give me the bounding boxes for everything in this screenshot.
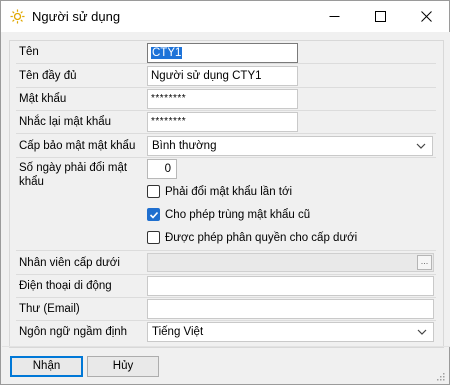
must-change-label: Phải đổi mật khẩu lần tới xyxy=(165,185,293,198)
days-to-change-value: 0 xyxy=(164,163,171,175)
password-confirm-value: ******** xyxy=(151,116,187,127)
cancel-button[interactable]: Hủy xyxy=(87,356,159,377)
security-level-select[interactable]: Bình thường xyxy=(147,136,433,156)
email-input[interactable] xyxy=(147,299,434,319)
fullname-input[interactable]: Người sử dụng CTY1 xyxy=(147,66,298,86)
row-divider xyxy=(16,110,436,111)
subordinate-label: Nhân viên cấp dưới xyxy=(19,257,120,269)
maximize-button[interactable] xyxy=(357,1,403,32)
days-to-change-label: Số ngày phải đổi mật khẩu xyxy=(19,162,128,188)
close-button[interactable] xyxy=(403,1,449,32)
must-change-checkbox[interactable] xyxy=(147,185,160,198)
chevron-down-icon xyxy=(416,143,426,149)
language-label: Ngôn ngữ ngầm định xyxy=(19,326,128,338)
ok-button[interactable]: Nhận xyxy=(10,356,83,377)
sun-icon xyxy=(10,9,25,24)
password-label: Mật khẩu xyxy=(19,93,67,105)
row-divider xyxy=(16,297,436,298)
row-divider xyxy=(16,133,436,134)
row-divider xyxy=(16,274,436,275)
username-input[interactable]: CTY1 xyxy=(147,43,298,63)
password-value: ******** xyxy=(151,93,187,104)
mobile-input[interactable] xyxy=(147,276,434,296)
language-select[interactable]: Tiếng Việt xyxy=(147,322,434,342)
username-value: CTY1 xyxy=(151,47,183,59)
minimize-button[interactable] xyxy=(311,1,357,32)
row-divider xyxy=(16,63,436,64)
dialog-body: Tên CTY1 Tên đầy đủ Người sử dụng CTY1 M… xyxy=(2,32,450,348)
security-level-label: Cấp bảo mật mật khẩu xyxy=(19,140,136,152)
password-confirm-label: Nhắc lại mật khẩu xyxy=(19,116,112,128)
minimize-icon xyxy=(329,16,339,17)
user-dialog: Người sử dụng Tên CTY1 Tên đầy đủ Người … xyxy=(0,0,450,385)
mobile-label: Điện thoại di động xyxy=(19,280,112,292)
allow-delegate-label: Được phép phân quyền cho cấp dưới xyxy=(165,231,358,244)
allow-delegate-checkbox-row[interactable]: Được phép phân quyền cho cấp dưới xyxy=(147,231,357,244)
allow-duplicate-checkbox[interactable] xyxy=(147,208,160,221)
allow-duplicate-checkbox-row[interactable]: Cho phép trùng mật khẩu cũ xyxy=(147,208,310,221)
check-icon xyxy=(149,211,158,219)
subordinate-field: ... xyxy=(147,253,434,272)
browse-button[interactable]: ... xyxy=(417,255,432,270)
row-divider xyxy=(16,157,436,158)
username-label: Tên xyxy=(19,46,39,58)
close-icon xyxy=(420,11,432,22)
must-change-checkbox-row[interactable]: Phải đổi mật khẩu lần tới xyxy=(147,185,292,198)
footer-divider xyxy=(2,346,450,347)
row-divider xyxy=(16,87,436,88)
row-divider xyxy=(16,320,436,321)
security-level-value: Bình thường xyxy=(152,140,217,152)
allow-duplicate-label: Cho phép trùng mật khẩu cũ xyxy=(165,208,311,221)
chevron-down-icon xyxy=(417,329,427,335)
resize-grip-icon[interactable] xyxy=(435,371,445,381)
row-divider xyxy=(16,250,436,251)
allow-delegate-checkbox[interactable] xyxy=(147,231,160,244)
title-bar: Người sử dụng xyxy=(1,1,449,32)
password-input[interactable]: ******** xyxy=(147,89,298,109)
email-label: Thư (Email) xyxy=(19,303,80,315)
fullname-value: Người sử dụng CTY1 xyxy=(151,70,262,82)
language-value: Tiếng Việt xyxy=(152,326,204,338)
maximize-icon xyxy=(374,11,386,22)
password-confirm-input[interactable]: ******** xyxy=(147,112,298,132)
window-title: Người sử dụng xyxy=(32,9,121,24)
fullname-label: Tên đầy đủ xyxy=(19,70,77,82)
days-to-change-stepper[interactable]: 0 xyxy=(147,159,177,179)
